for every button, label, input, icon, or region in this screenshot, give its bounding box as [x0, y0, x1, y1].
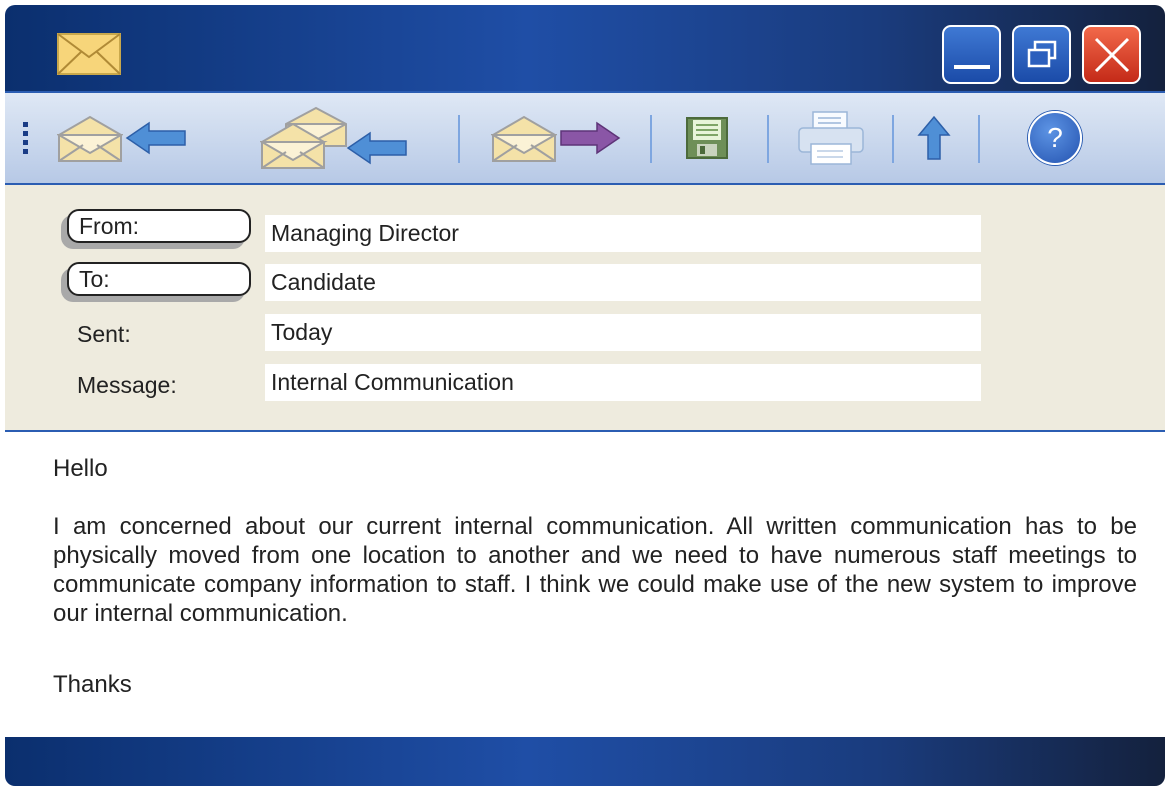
from-field[interactable]: Managing Director [265, 215, 981, 252]
from-label: From: [79, 213, 140, 239]
close-button[interactable] [1082, 25, 1141, 84]
save-button[interactable] [685, 93, 729, 183]
envelope-icon [57, 115, 123, 162]
arrow-left-icon [346, 131, 407, 165]
message-label: Message: [77, 372, 177, 398]
toolbar-separator [767, 115, 769, 163]
to-button[interactable]: To: [67, 262, 251, 296]
arrow-right-icon [560, 121, 621, 155]
reply-button[interactable] [57, 93, 187, 183]
from-button[interactable]: From: [67, 209, 251, 243]
toolbar-grip[interactable] [23, 122, 31, 162]
print-button[interactable] [795, 93, 867, 183]
signoff: Thanks [53, 671, 132, 698]
minimize-button[interactable] [942, 25, 1001, 84]
envelope-icon [57, 33, 121, 75]
toolbar: ? [5, 91, 1165, 185]
forward-button[interactable] [491, 93, 621, 183]
email-window: ? From: Managing Director To: Candidate … [0, 0, 1170, 791]
arrow-up-icon [917, 115, 951, 160]
to-label: To: [79, 266, 110, 292]
toolbar-separator [458, 115, 460, 163]
printer-icon [798, 111, 864, 165]
floppy-disk-icon [686, 117, 728, 159]
envelopes-icon [260, 106, 347, 169]
reply-all-button[interactable] [260, 93, 408, 183]
arrow-left-icon [125, 121, 186, 155]
toolbar-separator [650, 115, 652, 163]
up-button[interactable] [917, 93, 951, 183]
sent-field[interactable]: Today [265, 314, 981, 351]
status-bar [5, 737, 1165, 786]
help-label: ? [1047, 122, 1063, 153]
subject-field[interactable]: Internal Communication [265, 364, 981, 401]
help-button[interactable]: ? [1028, 93, 1082, 183]
to-field[interactable]: Candidate [265, 264, 981, 301]
restore-button[interactable] [1012, 25, 1071, 84]
restore-icon [1027, 40, 1056, 67]
sent-label: Sent: [77, 321, 131, 347]
message-header: From: Managing Director To: Candidate Se… [5, 185, 1165, 432]
message-body[interactable]: Hello I am concerned about our current i… [5, 432, 1165, 737]
body-paragraph: I am concerned about our current interna… [53, 513, 1137, 627]
envelope-icon [491, 115, 557, 162]
minimize-icon [953, 64, 990, 69]
greeting: Hello [53, 455, 108, 482]
title-bar [5, 5, 1165, 91]
close-icon [1094, 37, 1129, 72]
toolbar-separator [978, 115, 980, 163]
toolbar-separator [892, 115, 894, 163]
help-icon: ? [1028, 111, 1082, 165]
